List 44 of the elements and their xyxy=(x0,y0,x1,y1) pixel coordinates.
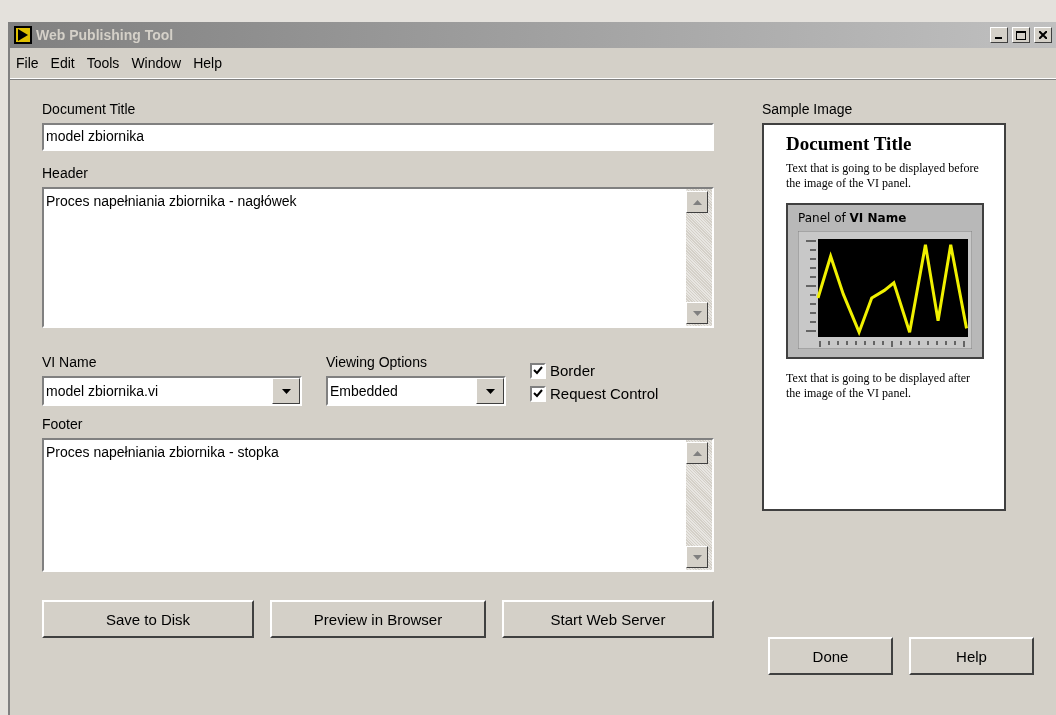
dialog-button[interactable]: Help xyxy=(909,637,1034,675)
menu-item[interactable]: File xyxy=(16,55,39,71)
dropdown[interactable]: Embedded xyxy=(326,376,506,406)
menu-item[interactable]: Window xyxy=(131,55,182,71)
field-label: VI Name xyxy=(42,354,98,370)
up-arrow-icon xyxy=(692,199,702,205)
down-arrow-icon xyxy=(692,554,702,560)
scrollbar[interactable] xyxy=(686,440,712,570)
maximize-button[interactable] xyxy=(1012,27,1030,43)
checkbox-label: Border xyxy=(550,362,596,379)
close-icon xyxy=(1039,31,1047,39)
action-button[interactable]: Preview in Browser xyxy=(270,600,486,638)
scrollbar[interactable] xyxy=(686,189,712,326)
field-label: Sample Image xyxy=(762,101,854,117)
window-title: Web Publishing Tool xyxy=(36,27,175,43)
checkbox-label: Request Control xyxy=(550,385,659,402)
field-label: Footer xyxy=(42,416,84,432)
down-arrow-icon xyxy=(692,310,702,316)
checkbox[interactable] xyxy=(530,385,546,402)
action-button[interactable]: Save to Disk xyxy=(42,600,254,638)
maximize-icon xyxy=(1016,30,1026,40)
input-field[interactable]: model zbiornika xyxy=(42,123,714,151)
dialog-button[interactable]: Done xyxy=(768,637,893,675)
caret-icon xyxy=(485,388,495,394)
checkbox[interactable] xyxy=(530,362,546,379)
panel-title: Panel of VI Name xyxy=(798,211,908,225)
close-button[interactable] xyxy=(1034,27,1052,43)
action-button[interactable]: Start Web Server xyxy=(502,600,714,638)
field-label: Viewing Options xyxy=(326,354,428,370)
field-label: Document Title xyxy=(42,101,137,117)
minimize-button[interactable] xyxy=(990,27,1008,43)
caret-icon xyxy=(281,388,291,394)
menu-item[interactable]: Help xyxy=(193,55,222,71)
text-area[interactable]: Proces napełniania zbiornika - nagłówek xyxy=(42,187,714,328)
app-icon xyxy=(14,26,32,44)
sample-text: Text that is going to be displayed before the image of the VI panel. xyxy=(786,161,980,191)
menu-item[interactable]: Edit xyxy=(50,55,75,71)
sample-text: Text that is going to be displayed after the image of the VI panel. xyxy=(786,371,972,401)
field-label: Header xyxy=(42,165,89,181)
up-arrow-icon xyxy=(692,450,702,456)
menu-item[interactable]: Tools xyxy=(86,55,120,71)
sample-title: Document Title xyxy=(786,133,913,155)
combo-box[interactable]: model zbiornika.vi xyxy=(42,376,302,406)
text-area[interactable]: Proces napełniania zbiornika - stopka xyxy=(42,438,714,572)
